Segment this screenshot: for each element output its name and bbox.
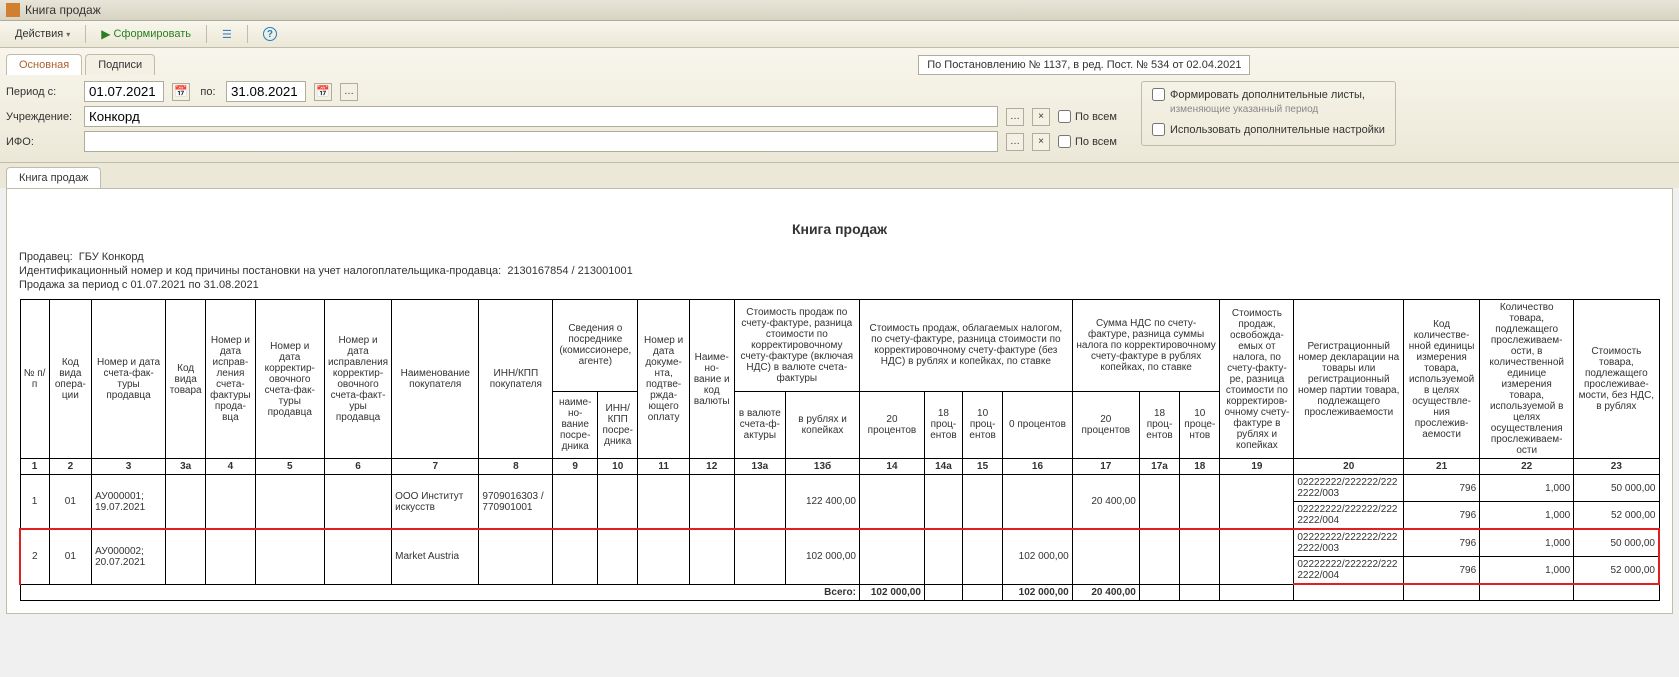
banner-info: По Постановлению № 1137, в ред. Пост. № … <box>918 55 1250 75</box>
period-select-button[interactable]: … <box>340 83 358 101</box>
app-icon <box>6 3 20 17</box>
ifo-all-checkbox[interactable]: По всем <box>1058 135 1117 148</box>
tab-sales-book[interactable]: Книга продаж <box>6 167 101 188</box>
tab-signatures[interactable]: Подписи <box>85 54 155 75</box>
tab-main[interactable]: Основная <box>6 54 82 75</box>
actions-dropdown[interactable]: Действия ▾ <box>6 24 79 44</box>
sales-book-table: № п/п Код вида опера­ции Номер и дата сч… <box>19 299 1660 601</box>
org-clear-button[interactable]: × <box>1032 108 1050 126</box>
settings-button[interactable]: ☰ <box>213 24 241 45</box>
org-input[interactable] <box>84 106 998 127</box>
filter-panel: Основная Подписи По Постановлению № 1137… <box>0 48 1679 163</box>
ifo-clear-button[interactable]: × <box>1032 133 1050 151</box>
window-title-bar: Книга продаж <box>0 0 1679 21</box>
options-panel: Формировать дополнительные листы, изменя… <box>1141 81 1396 146</box>
table-row: 101АУ000001; 19.07.2021ООО Институт иску… <box>20 475 1659 502</box>
report-title: Книга продаж <box>19 221 1660 237</box>
settings-icon: ☰ <box>222 28 232 41</box>
calendar-icon[interactable]: 📅 <box>314 83 332 101</box>
play-icon: ▶ <box>101 27 110 41</box>
window-title: Книга продаж <box>25 3 101 17</box>
help-button[interactable]: ? <box>254 23 286 45</box>
org-select-button[interactable]: … <box>1006 108 1024 126</box>
seller-line: Продавец: ГБУ Конкорд <box>19 251 1660 263</box>
org-label: Учреждение: <box>6 111 76 123</box>
period-to-label: по: <box>198 86 218 98</box>
ifo-select-button[interactable]: … <box>1006 133 1024 151</box>
id-line: Идентификационный номер и код причины по… <box>19 265 1660 277</box>
report-area: Книга продаж Продавец: ГБУ Конкорд Идент… <box>6 188 1673 614</box>
table-row: 201АУ000002; 20.07.2021Market Austria102… <box>20 529 1659 557</box>
period-to-input[interactable] <box>226 81 306 102</box>
extra-settings-label: Использовать дополнительные настройки <box>1170 124 1385 136</box>
divider <box>247 25 248 43</box>
period-line: Продажа за период с 01.07.2021 по 31.08.… <box>19 279 1660 291</box>
content-tabs: Книга продаж <box>0 163 1679 188</box>
extra-sheets-label: Формировать дополнительные листы, <box>1170 89 1365 101</box>
period-from-label: Период с: <box>6 86 76 98</box>
toolbar: Действия ▾ ▶ Сформировать ☰ ? <box>0 21 1679 48</box>
ifo-input[interactable] <box>84 131 998 152</box>
divider <box>85 25 86 43</box>
divider <box>206 25 207 43</box>
extra-settings-checkbox[interactable] <box>1152 123 1165 136</box>
totals-row: Всего:102 000,00102 000,0020 400,00 <box>20 584 1659 600</box>
extra-sheets-checkbox[interactable] <box>1152 88 1165 101</box>
help-icon: ? <box>263 27 277 41</box>
ifo-label: ИФО: <box>6 136 76 148</box>
calendar-icon[interactable]: 📅 <box>172 83 190 101</box>
extra-sheets-sub: изменяющие указанный период <box>1170 104 1385 115</box>
form-button[interactable]: ▶ Сформировать <box>92 23 200 45</box>
period-from-input[interactable] <box>84 81 164 102</box>
org-all-checkbox[interactable]: По всем <box>1058 110 1117 123</box>
chevron-down-icon: ▾ <box>66 30 70 39</box>
